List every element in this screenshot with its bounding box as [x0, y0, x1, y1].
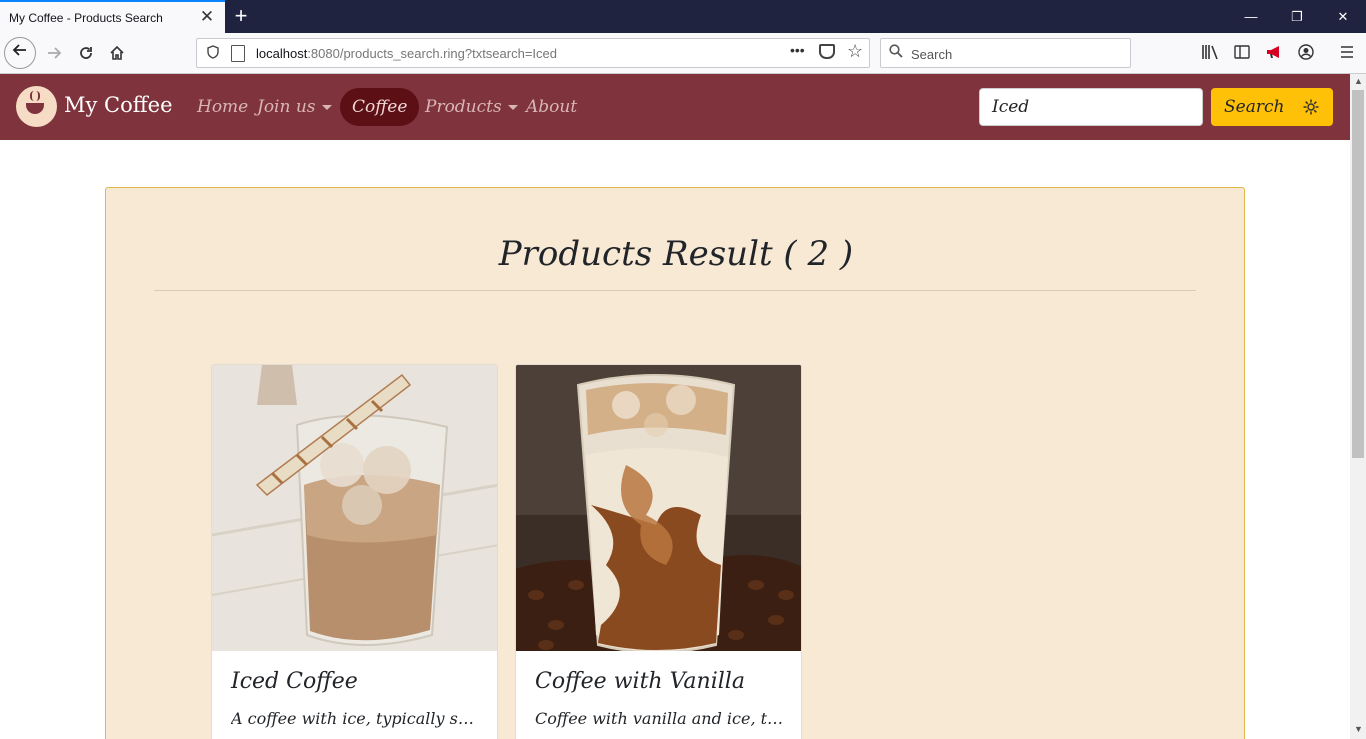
- new-tab-button[interactable]: +: [231, 5, 251, 27]
- nav-join-us-label: Join us: [257, 97, 316, 117]
- scroll-thumb[interactable]: [1352, 90, 1364, 458]
- search-icon: [889, 44, 903, 62]
- site-navbar: My Coffee Home Join us Coffee Products A…: [0, 74, 1350, 140]
- product-description: Coffee with vanilla and ice, typically s…: [535, 709, 787, 728]
- product-image[interactable]: [212, 365, 498, 651]
- account-icon[interactable]: [1295, 41, 1317, 63]
- steam-shape: [30, 91, 40, 101]
- forward-icon[interactable]: [40, 39, 68, 67]
- back-icon[interactable]: [4, 37, 36, 69]
- nav-home[interactable]: Home: [197, 88, 248, 126]
- menu-icon[interactable]: [1336, 41, 1358, 63]
- gear-icon: [1302, 98, 1320, 119]
- results-panel: Products Result ( 2 ) Iced Coffee A coff…: [105, 187, 1245, 739]
- close-window-button[interactable]: ✕: [1320, 0, 1366, 33]
- product-card[interactable]: Coffee with Vanilla Coffee with vanilla …: [515, 364, 802, 739]
- nav-products-label: Products: [425, 97, 502, 117]
- site-search-button-label: Search: [1224, 97, 1285, 117]
- nav-about[interactable]: About: [526, 88, 577, 126]
- library-icon[interactable]: [1199, 41, 1221, 63]
- url-text[interactable]: localhost:8080/products_search.ring?txts…: [256, 46, 557, 61]
- url-host: localhost: [256, 46, 308, 61]
- browser-search-bar[interactable]: Search: [880, 38, 1131, 68]
- chevron-down-icon: [507, 105, 518, 110]
- sidebar-icon[interactable]: [1231, 41, 1253, 63]
- nav-join-us[interactable]: Join us: [257, 88, 332, 126]
- product-card[interactable]: Iced Coffee A coffee with ice, typically…: [211, 364, 498, 739]
- product-image[interactable]: [516, 365, 802, 651]
- restore-button[interactable]: ❐: [1274, 0, 1320, 33]
- megaphone-icon[interactable]: [1263, 41, 1285, 63]
- url-actions: ••• ☆: [790, 41, 865, 64]
- browser-toolbar: localhost:8080/products_search.ring?txts…: [0, 33, 1366, 74]
- product-title[interactable]: Iced Coffee: [231, 669, 358, 694]
- pocket-icon[interactable]: [819, 44, 835, 59]
- url-bar[interactable]: localhost:8080/products_search.ring?txts…: [196, 38, 870, 68]
- home-icon[interactable]: [103, 39, 131, 67]
- chevron-down-icon: [321, 105, 332, 110]
- url-path: :8080/products_search.ring?txtsearch=Ice…: [307, 46, 557, 61]
- site-search-input[interactable]: Iced: [979, 88, 1203, 126]
- nav-products[interactable]: Products: [425, 88, 518, 126]
- brand-name[interactable]: My Coffee: [64, 93, 173, 117]
- product-description: A coffee with ice, typically served with…: [231, 709, 483, 728]
- shield-icon[interactable]: [205, 45, 221, 61]
- cup-shape: [26, 103, 44, 114]
- tab-close-icon[interactable]: ✕: [199, 8, 215, 25]
- title-divider: [154, 290, 1196, 291]
- minimize-button[interactable]: —: [1228, 0, 1274, 33]
- browser-search-placeholder: Search: [911, 47, 953, 62]
- browser-tab[interactable]: My Coffee - Products Search ✕: [0, 0, 225, 33]
- site-search-button[interactable]: Search: [1211, 88, 1333, 126]
- coffee-cup-logo-icon[interactable]: [16, 86, 57, 127]
- browser-tab-strip: My Coffee - Products Search ✕ + — ❐ ✕: [0, 0, 1366, 33]
- nav-coffee[interactable]: Coffee: [340, 88, 420, 126]
- tab-title: My Coffee - Products Search: [9, 11, 163, 25]
- more-icon[interactable]: •••: [790, 42, 805, 58]
- page-scrollbar[interactable]: ▲ ▼: [1350, 74, 1366, 739]
- scroll-down-icon[interactable]: ▼: [1354, 724, 1363, 734]
- page-icon[interactable]: [231, 45, 245, 62]
- product-title[interactable]: Coffee with Vanilla: [535, 669, 745, 694]
- scroll-up-icon[interactable]: ▲: [1354, 76, 1363, 86]
- page-title: Products Result ( 2 ): [498, 234, 854, 274]
- star-icon[interactable]: ☆: [847, 41, 863, 62]
- reload-icon[interactable]: [72, 39, 100, 67]
